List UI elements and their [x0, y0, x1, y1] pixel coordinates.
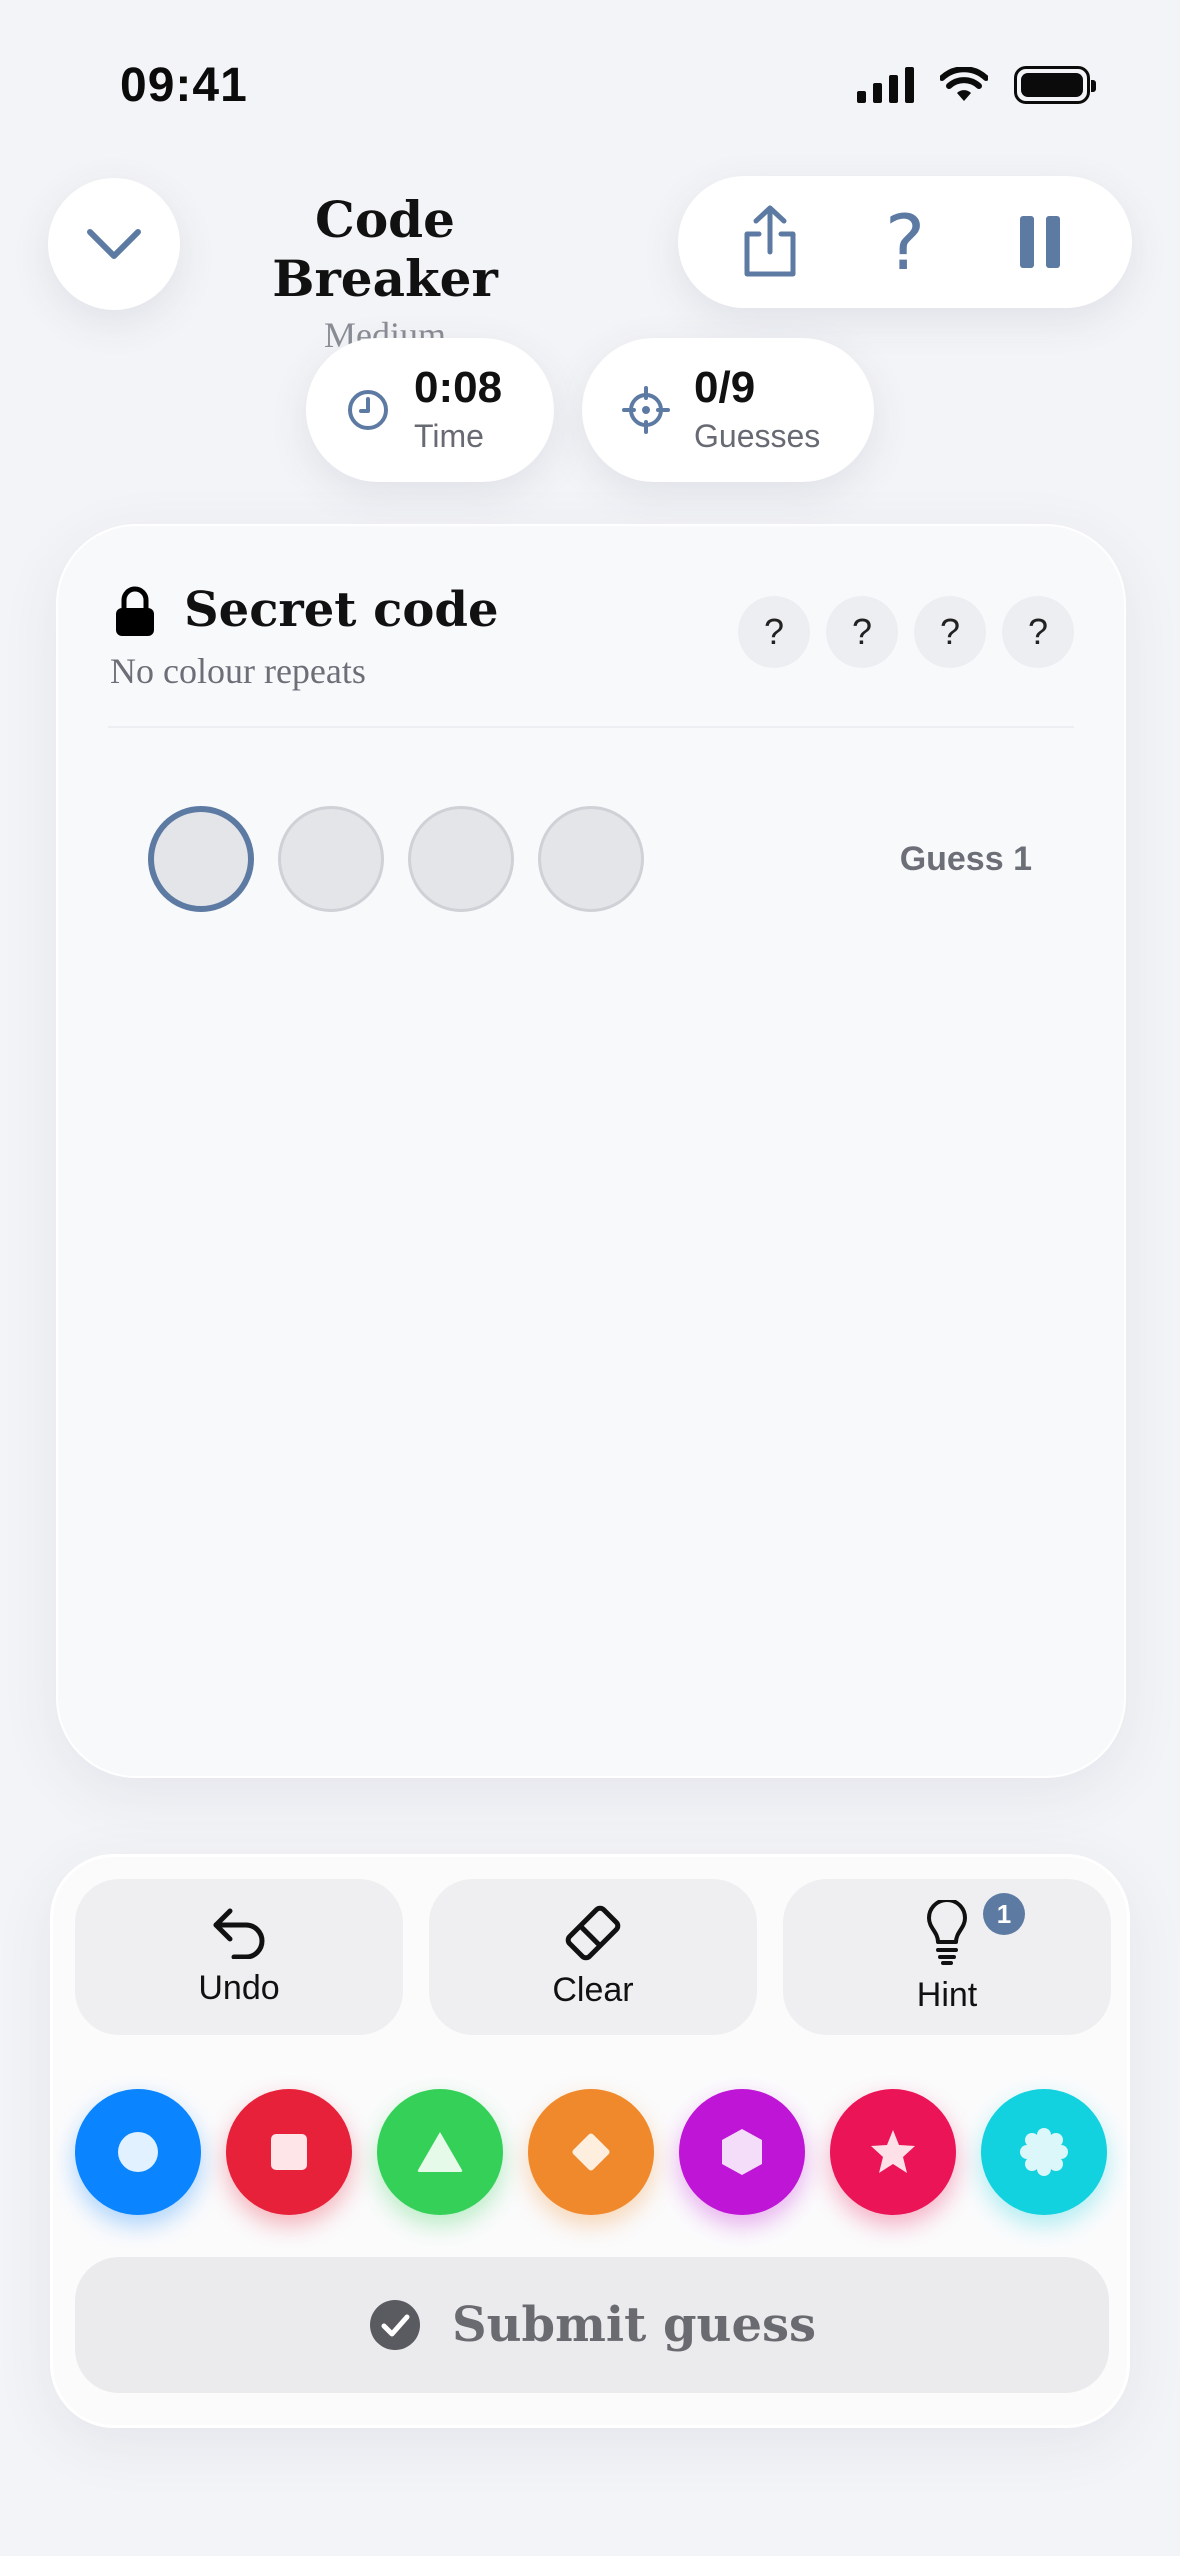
guesses-label: Guesses	[694, 417, 821, 454]
lock-icon	[116, 586, 154, 636]
secret-code-subtitle: No colour repeats	[110, 651, 366, 691]
color-button-blue[interactable]	[75, 2089, 201, 2215]
secret-slot: ?	[1002, 596, 1074, 668]
secret-code-title: Secret code	[184, 582, 499, 638]
game-board: Secret code No colour repeats ? ? ? ? Gu…	[56, 524, 1126, 1778]
guess-row	[148, 806, 644, 912]
pause-button[interactable]	[995, 197, 1085, 287]
page-title: Code Breaker	[272, 190, 498, 308]
guess-slot-3[interactable]	[408, 806, 514, 912]
time-stat: 0:08 Time	[306, 338, 554, 482]
eraser-icon	[565, 1905, 621, 1960]
triangle-shape-icon	[417, 2132, 463, 2172]
clock-icon	[348, 390, 388, 430]
hint-label: Hint	[916, 1975, 978, 2014]
guess-slot-2[interactable]	[278, 806, 384, 912]
undo-icon	[213, 1908, 265, 1959]
action-row: Undo Clear Hint 1	[75, 1879, 1111, 2035]
color-button-purple[interactable]	[679, 2089, 805, 2215]
submit-guess-label: Submit guess	[451, 2297, 817, 2353]
share-button[interactable]	[725, 197, 815, 287]
undo-button[interactable]: Undo	[75, 1879, 403, 2035]
guess-slot-4[interactable]	[538, 806, 644, 912]
color-button-red[interactable]	[226, 2089, 352, 2215]
secret-slot: ?	[826, 596, 898, 668]
pause-icon	[1020, 216, 1061, 268]
lightbulb-icon	[927, 1899, 967, 1965]
cellular-signal-icon	[857, 67, 914, 103]
color-button-cyan[interactable]	[981, 2089, 1107, 2215]
secret-slot: ?	[914, 596, 986, 668]
game-screen: 09:41 Code Breaker Medium ? 0:08 Time 0/…	[0, 0, 1180, 2556]
collapse-button[interactable]	[48, 178, 180, 310]
share-icon	[744, 205, 796, 277]
status-icons	[857, 66, 1096, 104]
undo-label: Undo	[198, 1968, 280, 2007]
hint-button[interactable]: Hint 1	[783, 1879, 1111, 2035]
checkmark-circle-icon	[369, 2300, 420, 2350]
diamond-shape-icon	[572, 2133, 610, 2171]
guesses-stat: 0/9 Guesses	[582, 338, 874, 482]
secret-code-slots: ? ? ? ?	[738, 596, 1074, 668]
time-value: 0:08	[414, 362, 503, 412]
top-toolbar: ?	[678, 176, 1132, 308]
color-palette	[75, 2089, 1107, 2215]
color-button-orange[interactable]	[528, 2089, 654, 2215]
color-button-green[interactable]	[377, 2089, 503, 2215]
clear-label: Clear	[552, 1970, 634, 2009]
square-shape-icon	[271, 2134, 307, 2170]
status-time: 09:41	[120, 59, 248, 112]
hint-count-badge: 1	[983, 1893, 1025, 1935]
hexagon-shape-icon	[722, 2129, 762, 2175]
submit-guess-button[interactable]: Submit guess	[75, 2257, 1109, 2393]
circle-shape-icon	[118, 2132, 158, 2172]
flower-shape-icon	[1020, 2128, 1068, 2176]
crosshair-icon	[622, 386, 670, 434]
guess-number-label: Guess 1	[899, 840, 1032, 878]
help-icon: ?	[884, 197, 926, 287]
controls-panel: Undo Clear Hint 1 Submit guess	[50, 1854, 1130, 2428]
color-button-pink[interactable]	[830, 2089, 956, 2215]
time-label: Time	[414, 417, 484, 454]
title-block: Code Breaker Medium	[205, 190, 565, 356]
secret-slot: ?	[738, 596, 810, 668]
divider	[108, 726, 1074, 728]
guess-slot-1[interactable]	[148, 806, 254, 912]
star-shape-icon	[871, 2130, 915, 2173]
help-button[interactable]: ?	[860, 197, 950, 287]
chevron-down-icon	[87, 229, 141, 259]
battery-icon	[1014, 66, 1096, 104]
wifi-icon	[940, 67, 988, 101]
clear-button[interactable]: Clear	[429, 1879, 757, 2035]
guesses-value: 0/9	[694, 362, 756, 412]
